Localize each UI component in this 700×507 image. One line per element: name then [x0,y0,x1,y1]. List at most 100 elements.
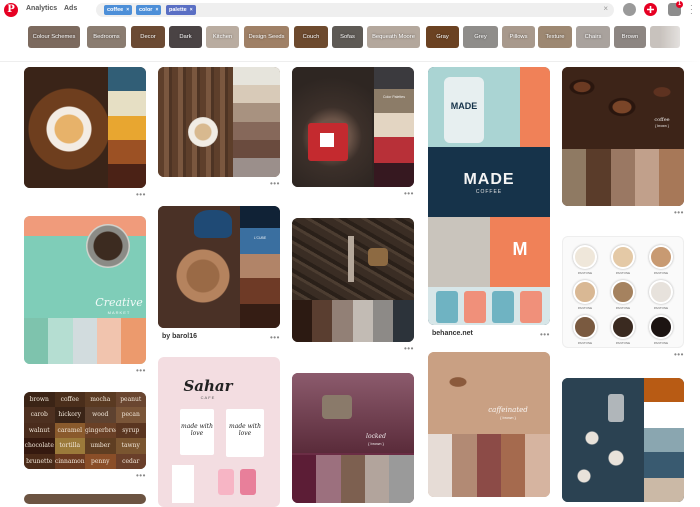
pin-made-coffee[interactable]: MADE MADE COFFEE M [428,67,550,325]
swatch [108,67,146,91]
guide-sofas[interactable]: Sofas [332,26,363,48]
pin-coffee-cup[interactable] [24,67,146,188]
guide-pillows[interactable]: Pillows [502,26,535,48]
pin-tools-flatlay[interactable] [292,218,414,342]
top-nav-bar: P Analytics Ads coffee × color × palette × … [0,0,700,20]
search-chip-coffee[interactable]: coffee × [104,5,133,15]
pin-creative-market[interactable]: Creative MARKET [24,216,146,364]
guide-bedrooms[interactable]: Bedrooms [87,26,126,48]
swatch [233,158,280,177]
pantone-cup [649,245,673,269]
pin-pantone-cups[interactable]: PANTONE PANTONE PANTONE PANTONE PANTONE PANTO… [562,236,684,348]
nav-ads[interactable]: Ads [64,5,77,12]
pin-more-icon[interactable]: ••• [270,333,280,342]
guide-colour-schemes[interactable]: Colour Schemes [28,26,80,48]
locked-text: locked [366,433,386,440]
pantone-label: PANTONE [577,341,593,345]
pin-more-icon[interactable]: ••• [270,179,280,188]
pantone-label: PANTONE [577,306,593,310]
color-word-cell: caramel [54,422,85,439]
guide-brown[interactable]: Brown [614,26,646,48]
pantone-cup [573,245,597,269]
guide-design-seeds[interactable]: Design Seeds [244,26,289,48]
swatch [586,149,611,206]
pin-brown-words[interactable]: brown coffee mocha peanut carob hickory wood pe… [24,392,146,469]
guide-gray[interactable]: Gray [426,26,459,48]
explore-compass-icon[interactable] [623,3,636,16]
search-chip-color[interactable]: color × [136,5,162,15]
swatch [108,91,146,116]
guide-kitchen[interactable]: Kitchen [206,26,239,48]
pin-more-icon[interactable]: ••• [404,344,414,353]
color-word-cell: brown [24,392,55,408]
pin-partial[interactable] [24,494,146,504]
swatch [389,455,414,503]
clear-search-icon[interactable]: × [603,4,608,13]
swatch [233,85,280,103]
pin-source[interactable]: behance.net [432,330,473,337]
swatch [316,455,341,503]
padlock [322,395,352,419]
nav-analytics[interactable]: Analytics [26,5,57,12]
can [520,291,542,323]
swatch [374,137,414,163]
guide-dark[interactable]: Dark [169,26,202,48]
pin-wood-cup[interactable] [158,67,280,177]
pin-more-icon[interactable]: ••• [404,189,414,198]
color-word-cell: syrup [115,422,146,439]
guide-couch[interactable]: Couch [294,26,328,48]
pin-more-icon[interactable]: ••• [540,330,550,339]
color-word-cell: brunette [24,453,55,469]
pin-more-icon[interactable]: ••• [674,350,684,359]
guide-bequeath-moore[interactable]: Bequeath Moore [367,26,420,48]
pin-sahar-cafe[interactable]: Sahar CAFE made with love made with love [158,357,280,507]
color-word-cell: mocha [85,392,116,408]
beans-photo [428,352,550,434]
swatch [562,149,586,206]
made-with-love-text: made with love [181,423,213,437]
search-chip-palette[interactable]: palette × [166,5,196,15]
pin-more-icon[interactable]: ••• [674,208,684,217]
swatch [373,300,393,342]
chip-close-icon[interactable]: × [155,5,158,15]
swatch [240,254,280,278]
more-menu-icon[interactable]: · · · [690,2,693,18]
swatch [108,140,146,164]
creative-subtext: MARKET [107,310,131,315]
chip-close-icon[interactable]: × [126,5,129,15]
create-plus-icon[interactable] [644,3,657,16]
color-word-cell: pecan [115,407,146,423]
guide-grey[interactable]: Grey [463,26,498,48]
swatch [644,428,684,452]
pantone-label: PANTONE [577,271,593,275]
m-logo-icon: M [512,239,528,259]
swatch [393,300,414,342]
cafe-menu [172,465,194,503]
swatch [73,318,97,364]
pin-blue-teapot[interactable]: L'CUBE [158,206,280,328]
pin-caffeinated-beans[interactable]: caffeinated { brown } [428,352,550,497]
swatch [24,318,48,364]
pin-espresso-tray[interactable] [562,378,684,502]
cafe-cup [218,469,234,495]
pin-coffee-beans[interactable]: coffee { brown } [562,67,684,206]
guide-decor[interactable]: Decor [131,26,165,48]
pin-red-mug[interactable]: Color Palettes [292,67,414,187]
pin-more-icon[interactable]: ••• [136,471,146,480]
swatch [644,378,684,402]
search-bar[interactable]: coffee × color × palette × × [96,3,614,17]
guide-chairs[interactable]: Chairs [576,26,610,48]
swatch [292,455,316,503]
guide-texture[interactable]: Texture [538,26,572,48]
pin-locked-brown[interactable]: locked { brown } [292,373,414,503]
pin-more-icon[interactable]: ••• [136,366,146,375]
pin-author[interactable]: by barol16 [162,333,197,340]
swatch [233,67,280,85]
pinterest-logo-icon[interactable]: P [4,3,18,17]
pantone-cup [611,315,635,339]
swatch [292,300,312,342]
swatch [233,122,280,140]
pin-more-icon[interactable]: ••• [136,190,146,199]
color-word-cell: hickory [54,407,85,423]
chip-close-icon[interactable]: × [190,5,193,15]
